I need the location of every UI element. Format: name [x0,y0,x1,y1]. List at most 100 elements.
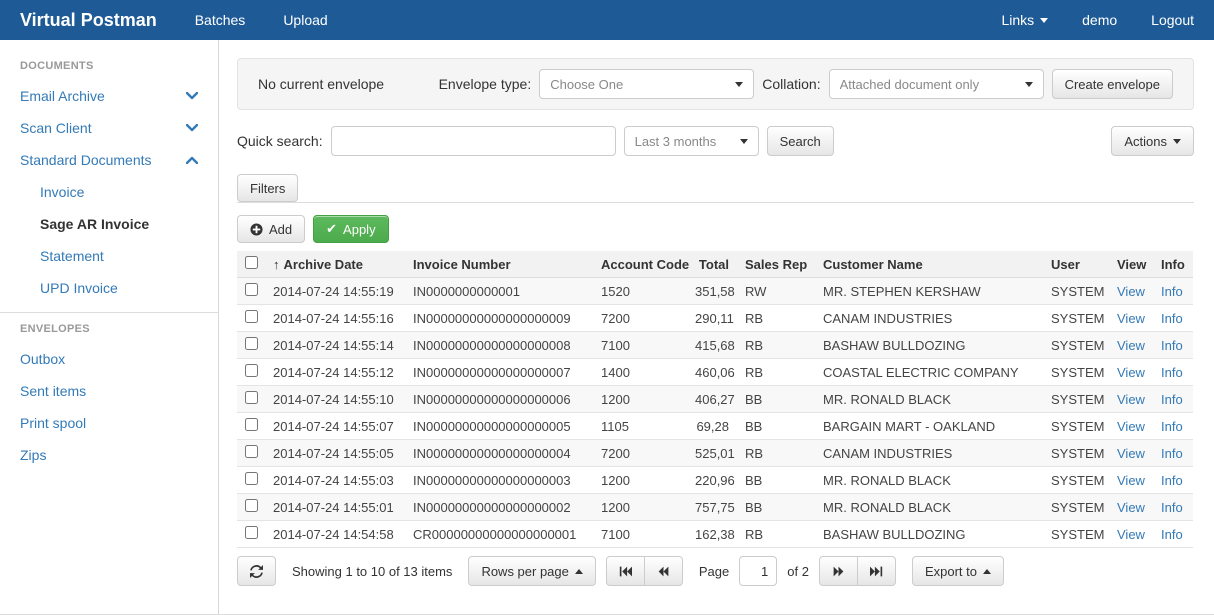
col-archive-date[interactable]: ↑Archive Date [265,251,405,278]
quick-search-input[interactable] [331,126,616,156]
sidebar-item-sage-ar-invoice[interactable]: Sage AR Invoice [0,208,218,240]
col-sales-rep[interactable]: Sales Rep [737,251,815,278]
rows-per-page-button[interactable]: Rows per page [468,556,595,586]
info-link[interactable]: Info [1161,365,1183,380]
row-checkbox[interactable] [245,418,258,431]
info-link[interactable]: Info [1161,527,1183,542]
row-checkbox[interactable] [245,337,258,350]
sales-rep: RW [737,278,815,305]
info-link[interactable]: Info [1161,473,1183,488]
row-checkbox[interactable] [245,283,258,296]
page-number-input[interactable] [739,556,777,586]
apply-button[interactable]: ✔ Apply [313,215,388,243]
table-body: 2014-07-24 14:55:19IN0000000000001152035… [237,278,1193,548]
col-total[interactable]: Total [687,251,737,278]
row-checkbox[interactable] [245,391,258,404]
account-code: 1105 [593,413,687,440]
collation-select[interactable]: Attached document only [829,69,1044,99]
sidebar-item-upd-invoice[interactable]: UPD Invoice [0,272,218,304]
caret-down-icon [1040,18,1048,23]
view-link[interactable]: View [1117,446,1145,461]
next-page-button[interactable] [819,556,858,586]
sidebar-item-email-archive[interactable]: Email Archive [0,80,218,112]
last-page-button[interactable] [857,556,896,586]
info-link[interactable]: Info [1161,284,1183,299]
row-checkbox[interactable] [245,364,258,377]
sidebar-item-label: Statement [40,248,104,264]
archive-date: 2014-07-24 14:55:03 [265,467,405,494]
account-code: 7200 [593,305,687,332]
sidebar-item-sent-items[interactable]: Sent items [0,375,218,407]
sidebar-item-label: Outbox [20,351,65,367]
export-to-label: Export to [925,564,977,579]
view-link[interactable]: View [1117,284,1145,299]
table-footer: Showing 1 to 10 of 13 items Rows per pag… [237,548,1193,594]
sidebar-item-standard-documents[interactable]: Standard Documents [0,144,218,176]
nav-user[interactable]: demo [1082,12,1117,28]
sidebar-item-print-spool[interactable]: Print spool [0,407,218,439]
sidebar-item-statement[interactable]: Statement [0,240,218,272]
sidebar-item-scan-client[interactable]: Scan Client [0,112,218,144]
archive-date: 2014-07-24 14:55:05 [265,440,405,467]
info-link[interactable]: Info [1161,419,1183,434]
col-account-code[interactable]: Account Code [593,251,687,278]
envelope-type-select[interactable]: Choose One [539,69,754,99]
view-link[interactable]: View [1117,392,1145,407]
total: 525,01 [687,440,737,467]
table-header-row: ↑Archive Date Invoice Number Account Cod… [237,251,1193,278]
first-page-button[interactable] [606,556,645,586]
navbar: Virtual Postman Batches Upload Links dem… [0,0,1214,40]
table-row: 2014-07-24 14:55:10IN0000000000000000000… [237,386,1193,413]
select-all-checkbox[interactable] [245,256,258,269]
customer-name: CANAM INDUSTRIES [815,305,1043,332]
add-button[interactable]: Add [237,215,305,243]
nav-logout[interactable]: Logout [1151,12,1194,28]
view-link[interactable]: View [1117,311,1145,326]
app-brand[interactable]: Virtual Postman [20,10,157,31]
customer-name: CANAM INDUSTRIES [815,440,1043,467]
create-envelope-button[interactable]: Create envelope [1052,69,1173,99]
row-checkbox[interactable] [245,310,258,323]
row-checkbox[interactable] [245,445,258,458]
view-link[interactable]: View [1117,338,1145,353]
row-checkbox-cell [237,305,265,332]
period-select[interactable]: Last 3 months [624,126,759,156]
sidebar-item-zips[interactable]: Zips [0,439,218,471]
actions-button[interactable]: Actions [1111,126,1194,156]
info-link[interactable]: Info [1161,311,1183,326]
refresh-button[interactable] [237,556,276,586]
row-checkbox[interactable] [245,526,258,539]
view-link[interactable]: View [1117,473,1145,488]
archive-date: 2014-07-24 14:55:07 [265,413,405,440]
export-to-button[interactable]: Export to [912,556,1004,586]
view-link[interactable]: View [1117,500,1145,515]
nav-links-dropdown[interactable]: Links [1001,12,1048,28]
customer-name: BASHAW BULLDOZING [815,521,1043,548]
total: 406,27 [687,386,737,413]
sidebar-item-invoice[interactable]: Invoice [0,176,218,208]
info-link[interactable]: Info [1161,500,1183,515]
info-link[interactable]: Info [1161,446,1183,461]
sidebar-item-label: Sage AR Invoice [40,216,149,232]
info-link[interactable]: Info [1161,338,1183,353]
row-checkbox[interactable] [245,499,258,512]
search-button[interactable]: Search [767,126,834,156]
nav-upload[interactable]: Upload [283,12,327,28]
info-cell: Info [1153,521,1193,548]
prev-page-button[interactable] [644,556,683,586]
info-link[interactable]: Info [1161,392,1183,407]
view-link[interactable]: View [1117,419,1145,434]
col-customer-name[interactable]: Customer Name [815,251,1043,278]
sidebar-item-label: Zips [20,447,46,463]
col-invoice-number[interactable]: Invoice Number [405,251,593,278]
sidebar-item-outbox[interactable]: Outbox [0,343,218,375]
filters-button[interactable]: Filters [237,174,298,202]
nav-batches[interactable]: Batches [195,12,246,28]
col-user[interactable]: User [1043,251,1109,278]
row-checkbox[interactable] [245,472,258,485]
table-row: 2014-07-24 14:55:03IN0000000000000000000… [237,467,1193,494]
invoice-number: IN00000000000000000009 [405,305,593,332]
view-link[interactable]: View [1117,365,1145,380]
sidebar-item-label: Standard Documents [20,152,152,168]
view-link[interactable]: View [1117,527,1145,542]
